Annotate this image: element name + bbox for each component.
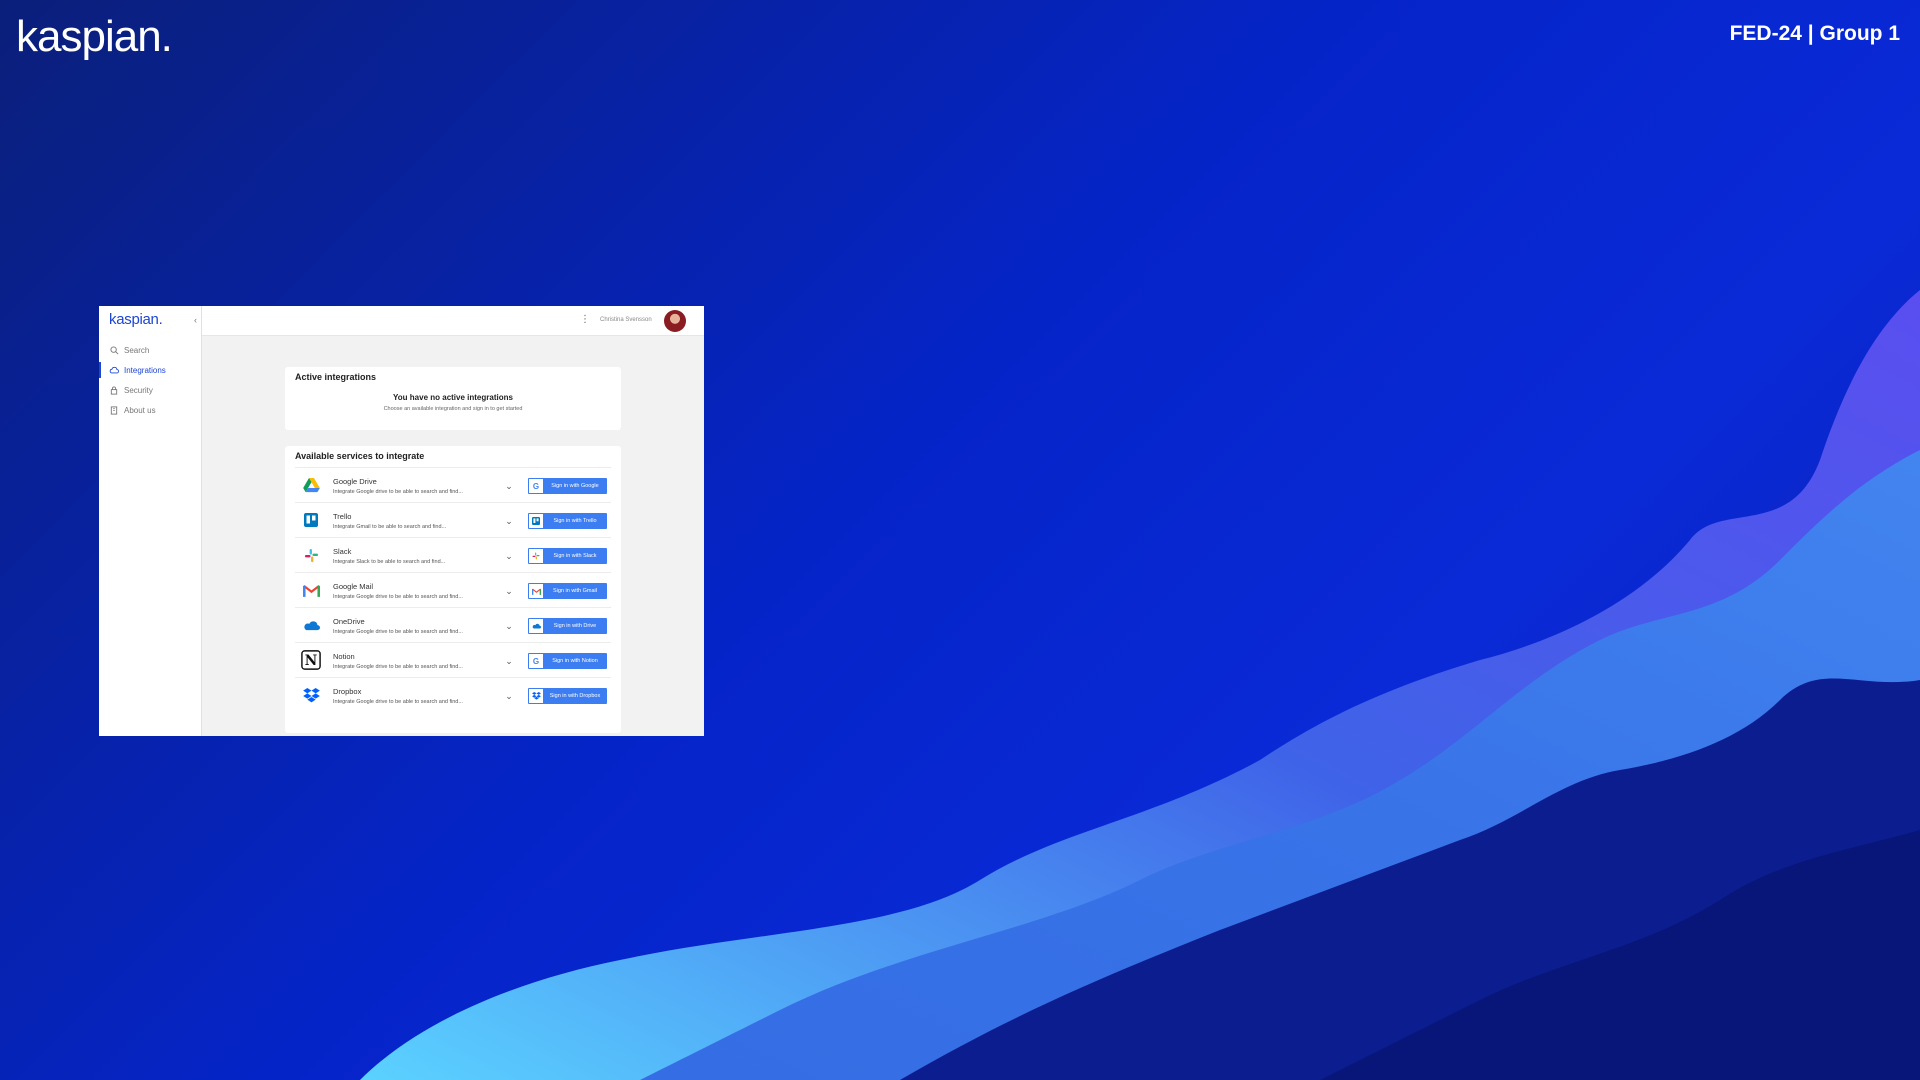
service-name: Notion — [333, 652, 355, 661]
sidebar-item-security[interactable]: Security — [99, 382, 202, 398]
sign-in-dropbox-button[interactable]: Sign in with Dropbox — [528, 688, 607, 704]
sidebar-item-label: Security — [124, 385, 153, 395]
service-name: Trello — [333, 512, 352, 521]
sidebar-item-label: Integrations — [124, 365, 166, 375]
chevron-down-icon: ⌄ — [505, 655, 513, 666]
service-name: Google Mail — [333, 582, 374, 591]
slack-icon — [301, 546, 321, 564]
dropbox-icon — [301, 686, 321, 704]
trello-icon — [301, 511, 321, 529]
slack-icon — [529, 549, 543, 563]
service-row-notion: N Notion Integrate Google drive to be ab… — [295, 642, 611, 677]
app-logo[interactable]: kaspian. — [109, 311, 163, 328]
section-title: Active integrations — [295, 372, 377, 382]
service-row-onedrive: OneDrive Integrate Google drive to be ab… — [295, 607, 611, 642]
empty-state-subtitle: Choose an available integration and sign… — [383, 406, 523, 412]
active-integrations-card: Active integrations You have no active i… — [285, 367, 621, 430]
sidebar-item-about-us[interactable]: About us — [99, 402, 202, 418]
empty-state-title: You have no active integrations — [393, 393, 513, 402]
sign-in-trello-button[interactable]: Sign in with Trello — [528, 513, 607, 529]
notion-icon: N — [301, 650, 321, 670]
sidebar-item-label: Search — [124, 345, 150, 355]
service-name: Slack — [333, 547, 352, 556]
sign-in-slack-button[interactable]: Sign in with Slack — [528, 548, 607, 564]
chevron-down-icon: ⌄ — [505, 620, 513, 631]
expand-button[interactable]: ⌄ — [500, 687, 518, 705]
service-description: Integrate Google drive to be able to sea… — [333, 594, 463, 600]
service-name: Dropbox — [333, 687, 362, 696]
app-window: kaspian. ‹ Search Integrations Security … — [99, 306, 704, 736]
service-description: Integrate Google drive to be able to sea… — [333, 489, 463, 495]
gmail-icon — [529, 584, 543, 598]
service-row-slack: Slack Integrate Slack to be able to sear… — [295, 537, 611, 572]
service-name: OneDrive — [333, 617, 365, 626]
google-drive-icon — [301, 476, 321, 494]
service-row-dropbox: Dropbox Integrate Google drive to be abl… — [295, 677, 611, 712]
lock-icon — [109, 385, 119, 395]
service-description: Integrate Google drive to be able to sea… — [333, 664, 463, 670]
sign-in-gmail-button[interactable]: Sign in with Gmail — [528, 583, 607, 599]
service-description: Integrate Gmail to be able to search and… — [333, 524, 447, 530]
service-row-google-drive: Google Drive Integrate Google drive to b… — [295, 467, 611, 502]
user-name: Christina Svensson — [600, 317, 652, 323]
chevron-down-icon: ⌄ — [505, 550, 513, 561]
brand-logo: kaspian. — [16, 12, 173, 61]
expand-button[interactable]: ⌄ — [500, 652, 518, 670]
chevron-down-icon: ⌄ — [505, 690, 513, 701]
section-title: Available services to integrate — [295, 451, 425, 461]
google-icon: G — [529, 479, 543, 493]
expand-button[interactable]: ⌄ — [500, 547, 518, 565]
kebab-menu-icon[interactable]: ⋮ — [580, 315, 590, 325]
expand-button[interactable]: ⌄ — [500, 477, 518, 495]
sign-in-google-button[interactable]: G Sign in with Google — [528, 478, 607, 494]
service-row-google-mail: Google Mail Integrate Google drive to be… — [295, 572, 611, 607]
svg-text:N: N — [305, 653, 317, 669]
service-name: Google Drive — [333, 477, 377, 486]
service-description: Integrate Google drive to be able to sea… — [333, 629, 463, 635]
chevron-down-icon: ⌄ — [505, 585, 513, 596]
service-row-trello: Trello Integrate Gmail to be able to sea… — [295, 502, 611, 537]
trello-icon — [529, 514, 543, 528]
sign-in-onedrive-button[interactable]: Sign in with Drive — [528, 618, 607, 634]
top-bar: ⋮ Christina Svensson — [202, 306, 704, 336]
gmail-icon — [301, 581, 321, 599]
available-services-card: Available services to integrate Google D… — [285, 446, 621, 733]
expand-button[interactable]: ⌄ — [500, 512, 518, 530]
expand-button[interactable]: ⌄ — [500, 582, 518, 600]
avatar[interactable] — [664, 310, 686, 332]
onedrive-icon — [301, 616, 321, 634]
chevron-down-icon: ⌄ — [505, 480, 513, 491]
chevron-down-icon: ⌄ — [505, 515, 513, 526]
service-description: Integrate Slack to be able to search and… — [333, 559, 446, 565]
sidebar-item-label: About us — [124, 405, 156, 415]
onedrive-icon — [529, 619, 543, 633]
cloud-icon — [109, 365, 119, 375]
sidebar-item-integrations[interactable]: Integrations — [99, 362, 202, 378]
sidebar-item-search[interactable]: Search — [99, 342, 202, 358]
service-description: Integrate Google drive to be able to sea… — [333, 699, 463, 705]
sign-in-notion-button[interactable]: G Sign in with Notion — [528, 653, 607, 669]
google-icon: G — [529, 654, 543, 668]
collapse-sidebar-button[interactable]: ‹ — [194, 315, 197, 325]
expand-button[interactable]: ⌄ — [500, 617, 518, 635]
search-icon — [109, 345, 119, 355]
dropbox-icon — [529, 689, 543, 703]
building-icon — [109, 405, 119, 415]
sidebar: kaspian. ‹ Search Integrations Security … — [99, 306, 202, 736]
deck-label: FED-24 | Group 1 — [1729, 22, 1900, 45]
